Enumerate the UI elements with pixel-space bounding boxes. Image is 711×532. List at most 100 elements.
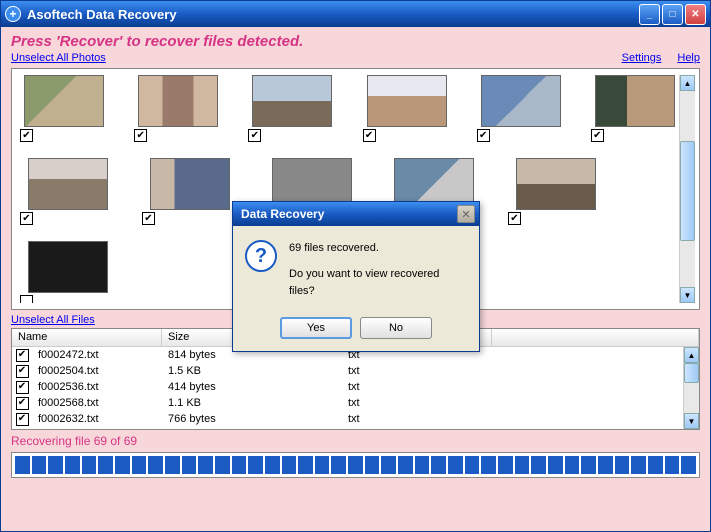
photo-thumbnail[interactable] bbox=[481, 75, 561, 127]
photo-item[interactable]: ✔ bbox=[134, 75, 222, 142]
photo-checkbox[interactable]: ✔ bbox=[248, 129, 261, 142]
photo-scrollbar[interactable]: ▲ ▼ bbox=[679, 75, 695, 303]
photo-thumbnail[interactable] bbox=[24, 75, 104, 127]
progress-block bbox=[481, 456, 496, 474]
photo-checkbox[interactable]: ✔ bbox=[363, 129, 376, 142]
progress-block bbox=[198, 456, 213, 474]
photo-checkbox[interactable]: ✔ bbox=[591, 129, 604, 142]
photo-item[interactable]: ✔ bbox=[248, 75, 336, 142]
photo-checkbox[interactable]: ✔ bbox=[477, 129, 490, 142]
minimize-button[interactable]: _ bbox=[639, 4, 660, 25]
progress-block bbox=[265, 456, 280, 474]
scroll-up-icon[interactable]: ▲ bbox=[680, 75, 695, 91]
window-controls: _ □ ✕ bbox=[639, 4, 706, 25]
app-icon: + bbox=[5, 6, 21, 22]
dialog-message: 69 files recovered. Do you want to view … bbox=[289, 240, 467, 301]
photo-checkbox[interactable]: ✔ bbox=[134, 129, 147, 142]
progress-block bbox=[598, 456, 613, 474]
file-row[interactable]: ✔f0002536.txt414 bytestxt bbox=[12, 379, 683, 395]
photo-thumbnail[interactable] bbox=[367, 75, 447, 127]
photo-item[interactable]: ✔ bbox=[508, 158, 604, 225]
scroll-up-icon[interactable]: ▲ bbox=[684, 347, 699, 363]
photo-item[interactable]: ✔ bbox=[363, 75, 451, 142]
photo-thumbnail[interactable] bbox=[28, 241, 108, 293]
scroll-down-icon[interactable]: ▼ bbox=[680, 287, 695, 303]
file-extension: txt bbox=[342, 397, 366, 409]
file-row[interactable]: ✔f0002504.txt1.5 KBtxt bbox=[12, 363, 683, 379]
instruction-text: Press 'Recover' to recover files detecte… bbox=[11, 33, 700, 50]
photo-checkbox[interactable] bbox=[20, 295, 33, 303]
dialog-titlebar: Data Recovery ✕ bbox=[233, 202, 479, 226]
photo-item[interactable] bbox=[20, 241, 116, 303]
photo-checkbox[interactable]: ✔ bbox=[142, 212, 155, 225]
file-name: f0002568.txt bbox=[32, 397, 162, 409]
progress-block bbox=[132, 456, 147, 474]
photo-thumbnail[interactable] bbox=[28, 158, 108, 210]
progress-block bbox=[515, 456, 530, 474]
progress-block bbox=[148, 456, 163, 474]
progress-block bbox=[65, 456, 80, 474]
scroll-thumb[interactable] bbox=[680, 141, 695, 241]
progress-block bbox=[82, 456, 97, 474]
progress-block bbox=[15, 456, 30, 474]
col-name-header[interactable]: Name bbox=[12, 329, 162, 346]
progress-block bbox=[681, 456, 696, 474]
progress-block bbox=[381, 456, 396, 474]
progress-block bbox=[232, 456, 247, 474]
no-button[interactable]: No bbox=[360, 317, 432, 339]
scroll-down-icon[interactable]: ▼ bbox=[684, 413, 699, 429]
file-checkbox[interactable]: ✔ bbox=[16, 413, 29, 426]
progress-block bbox=[465, 456, 480, 474]
progress-block bbox=[215, 456, 230, 474]
file-row[interactable]: ✔f0002632.txt766 bytestxt bbox=[12, 411, 683, 427]
progress-block bbox=[581, 456, 596, 474]
progress-block bbox=[615, 456, 630, 474]
photo-checkbox[interactable]: ✔ bbox=[508, 212, 521, 225]
file-checkbox[interactable]: ✔ bbox=[16, 381, 29, 394]
scroll-thumb[interactable] bbox=[684, 363, 699, 383]
photo-item[interactable]: ✔ bbox=[20, 158, 116, 225]
progress-block bbox=[182, 456, 197, 474]
photo-thumbnail[interactable] bbox=[150, 158, 230, 210]
photo-item[interactable]: ✔ bbox=[142, 158, 238, 225]
photo-item[interactable]: ✔ bbox=[20, 75, 108, 142]
file-checkbox[interactable]: ✔ bbox=[16, 397, 29, 410]
help-link[interactable]: Help bbox=[677, 52, 700, 64]
file-extension: txt bbox=[342, 413, 366, 425]
photo-thumbnail[interactable] bbox=[516, 158, 596, 210]
file-scrollbar[interactable]: ▲ ▼ bbox=[683, 347, 699, 429]
progress-block bbox=[48, 456, 63, 474]
file-size: 1.5 KB bbox=[162, 365, 342, 377]
file-extension: txt bbox=[342, 365, 366, 377]
progress-block bbox=[98, 456, 113, 474]
dialog-close-button[interactable]: ✕ bbox=[457, 205, 475, 223]
photo-item[interactable]: ✔ bbox=[477, 75, 565, 142]
photo-thumbnail[interactable] bbox=[138, 75, 218, 127]
file-extension: txt bbox=[342, 381, 366, 393]
photo-checkbox[interactable]: ✔ bbox=[20, 129, 33, 142]
file-size: 766 bytes bbox=[162, 413, 342, 425]
progress-block bbox=[548, 456, 563, 474]
question-icon: ? bbox=[245, 240, 277, 272]
progress-block bbox=[248, 456, 263, 474]
photo-thumbnail[interactable] bbox=[595, 75, 675, 127]
titlebar: + Asoftech Data Recovery _ □ ✕ bbox=[1, 1, 710, 27]
settings-link[interactable]: Settings bbox=[622, 52, 662, 64]
progress-block bbox=[315, 456, 330, 474]
yes-button[interactable]: Yes bbox=[280, 317, 352, 339]
file-checkbox[interactable]: ✔ bbox=[16, 365, 29, 378]
progress-block bbox=[448, 456, 463, 474]
maximize-button[interactable]: □ bbox=[662, 4, 683, 25]
file-row[interactable]: ✔f0002568.txt1.1 KBtxt bbox=[12, 395, 683, 411]
unselect-all-photos-link[interactable]: Unselect All Photos bbox=[11, 52, 106, 64]
file-checkbox[interactable]: ✔ bbox=[16, 349, 29, 362]
close-button[interactable]: ✕ bbox=[685, 4, 706, 25]
progress-block bbox=[365, 456, 380, 474]
photo-thumbnail[interactable] bbox=[252, 75, 332, 127]
photo-item[interactable]: ✔ bbox=[591, 75, 679, 142]
dialog-body: ? 69 files recovered. Do you want to vie… bbox=[233, 226, 479, 351]
photo-row: ✔ ✔ ✔ ✔ ✔ ✔ bbox=[16, 75, 679, 142]
file-name: f0002472.txt bbox=[32, 349, 162, 361]
file-name: f0002632.txt bbox=[32, 413, 162, 425]
photo-checkbox[interactable]: ✔ bbox=[20, 212, 33, 225]
